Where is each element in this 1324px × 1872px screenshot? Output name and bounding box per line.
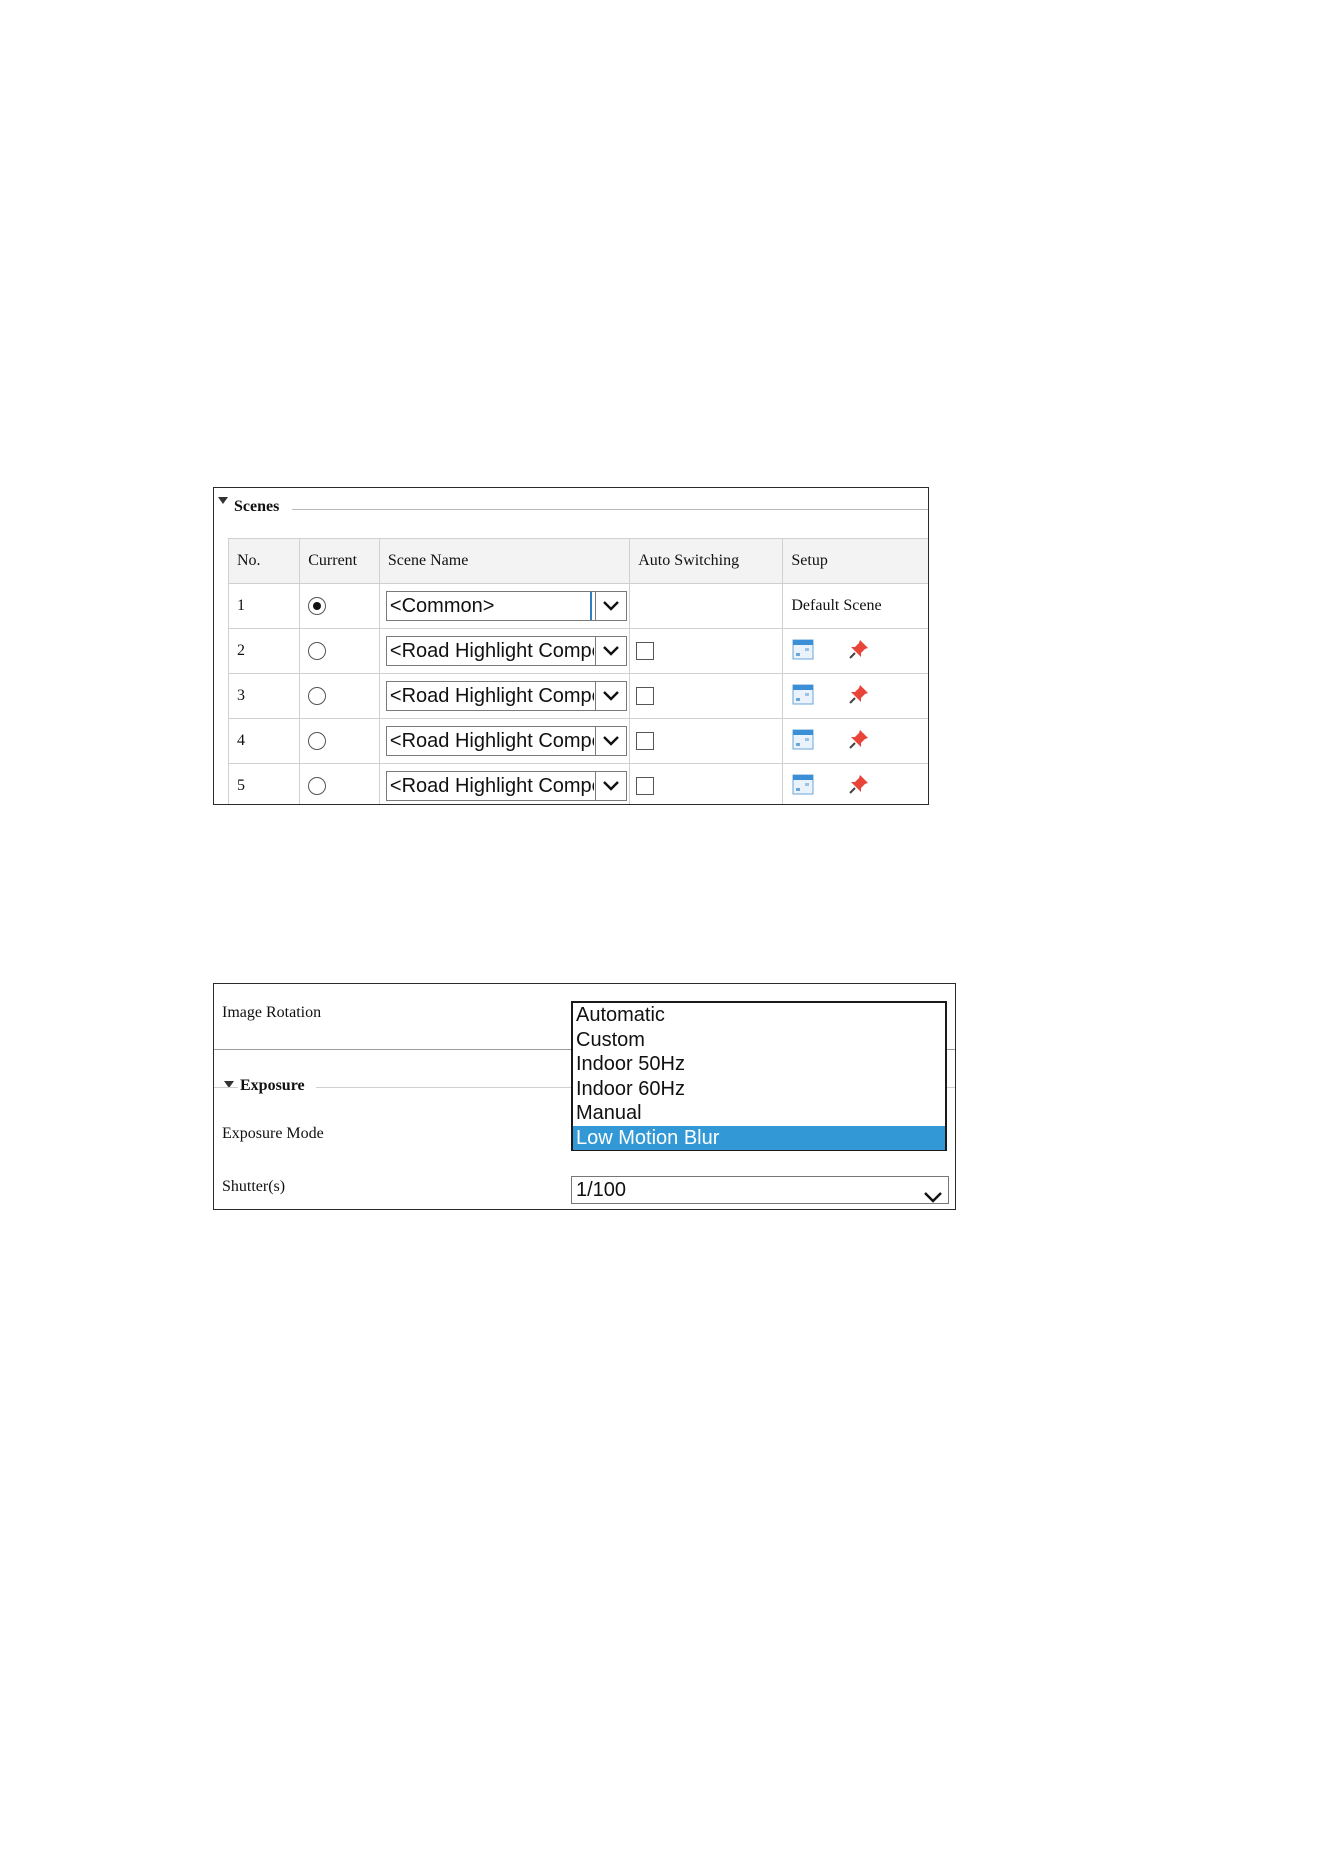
shutter-label: Shutter(s) <box>222 1178 286 1195</box>
scene-name-value: <Road Highlight Compensation> <box>389 730 594 752</box>
row-number: 2 <box>227 628 301 674</box>
auto-switching-cell <box>629 763 784 804</box>
auto-switching-cell <box>629 628 784 674</box>
scene-name-value: <Road Highlight Compensation> <box>389 685 594 707</box>
scene-name-select[interactable]: <Common> <box>385 591 628 621</box>
pin-icon[interactable] <box>847 682 871 711</box>
exposure-mode-label: Exposure Mode <box>222 1125 324 1142</box>
table-row: 1 <Common> Default Scene <box>227 583 928 629</box>
scenes-table: No. Current Scene Name Auto Switching Se… <box>227 538 928 804</box>
scene-name-select[interactable]: <Road Highlight Compensation> <box>385 681 628 711</box>
chevron-down-icon[interactable] <box>595 592 626 620</box>
setup-cell <box>782 628 928 674</box>
exposure-mode-option[interactable]: Indoor 60Hz <box>573 1077 945 1102</box>
auto-switching-checkbox[interactable] <box>636 642 655 661</box>
current-cell <box>299 673 380 719</box>
current-cell <box>299 628 380 674</box>
table-row: 2 <Road Highlight Compensation> <box>227 628 928 674</box>
table-row: 4 <Road Highlight Compensation> <box>227 718 928 764</box>
scene-name-select[interactable]: <Road Highlight Compensation> <box>385 771 628 801</box>
default-scene-label: Default Scene <box>791 597 882 614</box>
chevron-down-icon[interactable] <box>595 637 626 665</box>
setup-cell <box>782 718 928 764</box>
current-cell <box>299 583 380 629</box>
setup-cell <box>782 763 928 804</box>
current-scene-radio[interactable] <box>308 642 327 661</box>
column-header-no: No. <box>227 538 301 584</box>
row-number: 4 <box>227 718 301 764</box>
calendar-icon[interactable] <box>791 772 815 801</box>
image-rotation-label: Image Rotation <box>222 1004 322 1021</box>
pin-icon[interactable] <box>847 727 871 756</box>
setup-cell: Default Scene <box>782 583 928 629</box>
scene-name-value: <Common> <box>390 592 593 620</box>
chevron-down-icon[interactable] <box>595 682 626 710</box>
calendar-icon[interactable] <box>791 727 815 756</box>
auto-switching-cell <box>629 673 784 719</box>
column-header-current: Current <box>299 538 380 584</box>
scenes-section-header[interactable]: Scenes <box>214 488 928 518</box>
pin-icon[interactable] <box>847 637 871 666</box>
exposure-mode-dropdown-list[interactable]: Automatic Custom Indoor 50Hz Indoor 60Hz… <box>571 1001 947 1151</box>
exposure-screenshot: Image Rotation Exposure Exposure Mode Sh… <box>213 983 956 1210</box>
shutter-select[interactable]: 1/100 <box>571 1176 949 1204</box>
scene-name-cell: <Road Highlight Compensation> <box>378 673 631 719</box>
auto-switching-cell <box>629 718 784 764</box>
column-header-scene-name: Scene Name <box>378 538 631 584</box>
scene-name-cell: <Road Highlight Compensation> <box>378 763 631 804</box>
setup-cell <box>782 673 928 719</box>
column-header-auto-switching: Auto Switching <box>629 538 784 584</box>
current-scene-radio[interactable] <box>308 687 327 706</box>
current-scene-radio[interactable] <box>308 732 327 751</box>
current-cell <box>299 763 380 804</box>
table-row: 3 <Road Highlight Compensation> <box>227 673 928 719</box>
auto-switching-cell <box>629 583 784 629</box>
row-number: 3 <box>227 673 301 719</box>
scenes-section-title: Scenes <box>234 498 280 515</box>
auto-switching-checkbox[interactable] <box>636 687 655 706</box>
scene-name-cell: <Road Highlight Compensation> <box>378 628 631 674</box>
current-cell <box>299 718 380 764</box>
calendar-icon[interactable] <box>791 637 815 666</box>
scene-name-cell: <Road Highlight Compensation> <box>378 718 631 764</box>
exposure-mode-option-selected[interactable]: Low Motion Blur <box>573 1125 945 1150</box>
exposure-mode-option[interactable]: Custom <box>573 1028 945 1053</box>
chevron-down-icon[interactable] <box>924 1184 942 1209</box>
chevron-down-icon[interactable] <box>595 727 626 755</box>
pin-icon[interactable] <box>847 772 871 801</box>
scene-name-value: <Road Highlight Compensation> <box>389 775 594 797</box>
current-scene-radio[interactable] <box>308 777 327 796</box>
section-divider <box>292 509 928 510</box>
row-number: 1 <box>227 583 301 629</box>
exposure-mode-option[interactable]: Manual <box>573 1101 945 1126</box>
scenes-screenshot: Scenes No. Current Scene Name Auto Switc… <box>213 487 929 805</box>
scene-name-value: <Road Highlight Compensation> <box>389 640 594 662</box>
scene-name-select[interactable]: <Road Highlight Compensation> <box>385 726 628 756</box>
exposure-mode-option[interactable]: Automatic <box>573 1003 945 1028</box>
auto-switching-checkbox[interactable] <box>636 732 655 751</box>
scene-name-cell: <Common> <box>378 583 631 629</box>
auto-switching-checkbox[interactable] <box>636 777 655 796</box>
scene-name-select[interactable]: <Road Highlight Compensation> <box>385 636 628 666</box>
column-header-setup: Setup <box>782 538 928 584</box>
calendar-icon[interactable] <box>791 682 815 711</box>
exposure-section-title: Exposure <box>240 1077 305 1094</box>
table-header-row: No. Current Scene Name Auto Switching Se… <box>227 538 928 584</box>
chevron-down-icon[interactable] <box>595 772 626 800</box>
current-scene-radio[interactable] <box>308 597 327 616</box>
row-number: 5 <box>227 763 301 804</box>
shutter-value: 1/100 <box>576 1179 627 1201</box>
table-row: 5 <Road Highlight Compensation> <box>227 763 928 804</box>
section-divider <box>214 1087 238 1088</box>
collapse-triangle-icon[interactable] <box>218 497 228 504</box>
exposure-mode-option[interactable]: Indoor 50Hz <box>573 1052 945 1077</box>
